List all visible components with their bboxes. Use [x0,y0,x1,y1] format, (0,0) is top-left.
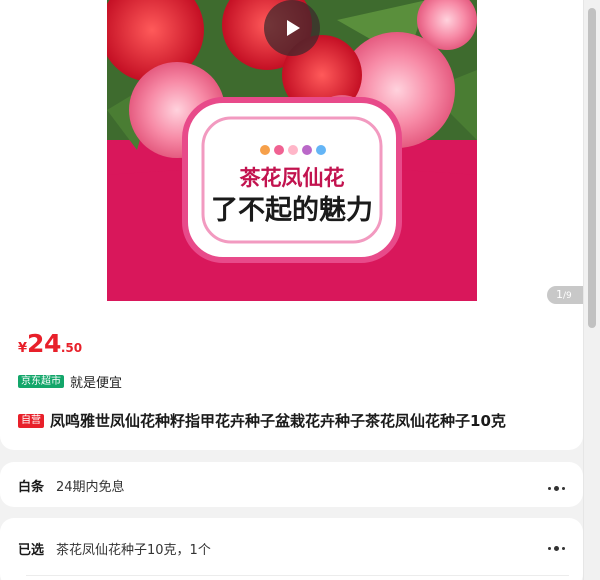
play-icon [287,20,300,36]
divider [26,575,569,576]
scrollbar-thumb[interactable] [588,8,596,328]
self-operated-badge: 自营 [18,413,44,428]
image-pager: 1/9 [547,286,583,304]
baitiao-row[interactable]: 白条 24期内免息 [0,462,583,507]
baitiao-label: 白条 [18,480,45,495]
product-title: 凤鸣雅世凤仙花种籽指甲花卉种子盆栽花卉种子茶花凤仙花种子10克 [50,412,506,430]
product-main-card: 茶花凤仙花 了不起的魅力 1/9 ¥24.50 京东超市 就是便宜 自营 凤鸣雅… [0,0,583,450]
more-icon[interactable] [548,546,565,551]
pager-total: /9 [563,291,572,301]
more-icon[interactable] [548,486,565,491]
slogan-text: 就是便宜 [70,376,123,391]
play-video-button[interactable] [264,0,320,56]
promo-row: 京东超市 就是便宜 [18,372,122,391]
hero-title-line2: 了不起的魅力 [211,195,373,226]
selected-value: 茶花凤仙花种子10克，1个 [56,543,211,558]
price-currency: ¥ [18,341,28,356]
jd-supermarket-badge: 京东超市 [18,375,64,388]
scrollbar[interactable] [583,0,600,580]
selected-spec-row[interactable]: 已选 茶花凤仙花种子10克，1个 [0,518,583,580]
baitiao-value: 24期内免息 [56,480,125,495]
product-title-row: 自营 凤鸣雅世凤仙花种籽指甲花卉种子盆栽花卉种子茶花凤仙花种子10克 [18,410,506,431]
price-integer: 24 [27,329,61,358]
pager-current: 1 [556,288,563,301]
selected-label: 已选 [18,543,45,558]
price: ¥24.50 [18,329,82,358]
price-decimal: .50 [60,341,83,355]
